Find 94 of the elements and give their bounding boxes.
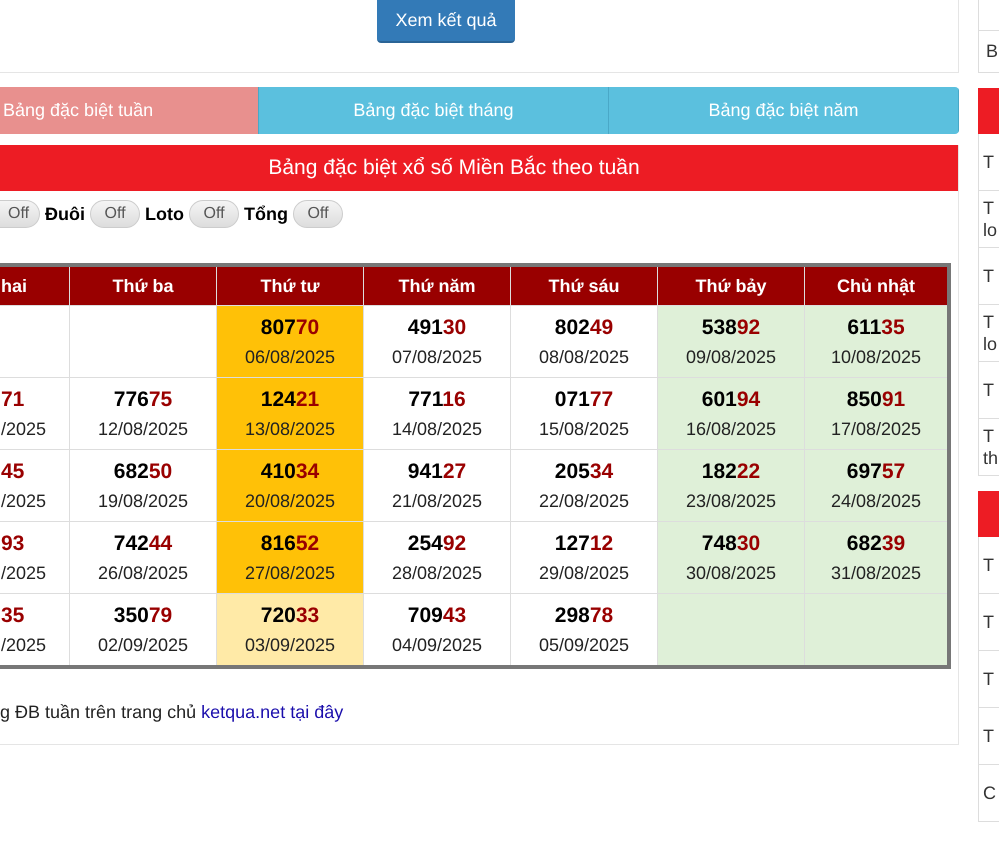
result-date: 24/08/2025 [830, 490, 922, 512]
result-date: 31/08/2025 [830, 562, 922, 584]
result-date: /2025 [1, 418, 46, 440]
result-number: 70943 [408, 602, 466, 628]
sidebar-item[interactable]: T [979, 708, 999, 765]
result-number: 71 [1, 386, 24, 412]
result-number: 29878 [554, 602, 614, 628]
result-date: 04/09/2025 [392, 634, 482, 656]
sidebar-header [978, 491, 999, 537]
result-number: 74830 [702, 530, 760, 556]
result-number: 80249 [554, 314, 614, 340]
result-date: 03/09/2025 [244, 634, 336, 656]
result-number: 45 [1, 458, 24, 484]
result-date: 09/08/2025 [686, 346, 776, 368]
column-header: Thứ bảy [658, 267, 804, 305]
result-date: 23/08/2025 [686, 490, 776, 512]
result-date: 14/08/2025 [392, 418, 482, 440]
sidebar-item[interactable]: T th [979, 419, 999, 476]
result-number: 93 [1, 530, 24, 556]
result-date: 07/08/2025 [392, 346, 482, 368]
footer-text: g ĐB tuần trên trang chủ [0, 701, 196, 724]
result-number: 81652 [260, 530, 320, 556]
result-number: 77116 [408, 386, 466, 412]
result-date: 22/08/2025 [538, 490, 630, 512]
sidebar-item[interactable]: T lo [979, 305, 999, 362]
result-number: 61135 [847, 314, 905, 340]
toggle-switch[interactable]: Off [189, 200, 240, 228]
sidebar-item[interactable]: T [979, 362, 999, 419]
result-date: 06/08/2025 [244, 346, 336, 368]
toggle-switch[interactable]: Off [90, 200, 140, 228]
result-number: 18222 [702, 458, 760, 484]
sidebar-item[interactable]: C [979, 765, 999, 822]
result-number: 53892 [702, 314, 760, 340]
result-date: 26/08/2025 [98, 562, 188, 584]
toggle-label: Loto [145, 202, 184, 226]
result-number: 25492 [408, 530, 466, 556]
result-number: 80770 [260, 314, 320, 340]
toggle-label: Đuôi [45, 202, 86, 226]
result-date: 17/08/2025 [830, 418, 922, 440]
toggle-label: Tổng [244, 202, 288, 226]
result-number: 77675 [114, 386, 172, 412]
result-number: 41034 [260, 458, 320, 484]
sidebar-item[interactable]: B [979, 30, 999, 72]
result-number: 74244 [114, 530, 172, 556]
column-header: Thứ ba [70, 267, 216, 305]
result-date: /2025 [1, 634, 46, 656]
result-number: 68250 [114, 458, 172, 484]
result-date: 12/08/2025 [98, 418, 188, 440]
sidebar-item[interactable]: T [979, 594, 999, 651]
result-date: 02/09/2025 [98, 634, 188, 656]
result-number: 49130 [408, 314, 466, 340]
column-header: Thứ sáu [511, 267, 657, 305]
result-date: 21/08/2025 [392, 490, 482, 512]
result-date: /2025 [1, 562, 46, 584]
search-button[interactable]: Xem kết quả [377, 0, 515, 43]
result-number: 85091 [846, 386, 906, 412]
result-number: 69757 [846, 458, 906, 484]
section-heading: Bảng đặc biệt xổ số Miền Bắc theo tuần [0, 145, 958, 191]
result-date: 16/08/2025 [686, 418, 776, 440]
sidebar-item[interactable]: T lo [979, 191, 999, 248]
result-date: 20/08/2025 [244, 490, 336, 512]
sidebar-item[interactable]: T [979, 248, 999, 305]
result-date: 30/08/2025 [686, 562, 776, 584]
sidebar-item[interactable]: T [979, 537, 999, 594]
sidebar-header [978, 88, 999, 134]
result-date: 13/08/2025 [244, 418, 336, 440]
result-date: 10/08/2025 [830, 346, 922, 368]
result-date: 15/08/2025 [538, 418, 630, 440]
column-header: Thứ năm [364, 267, 510, 305]
result-date: 08/08/2025 [538, 346, 630, 368]
result-date: /2025 [1, 490, 46, 512]
sidebar-item[interactable]: T [979, 651, 999, 708]
result-date: 05/09/2025 [538, 634, 630, 656]
toggle-switch[interactable]: Off [0, 200, 40, 228]
result-number: 72033 [260, 602, 320, 628]
result-number: 07177 [554, 386, 614, 412]
result-number: 20534 [554, 458, 614, 484]
column-header: hai [0, 267, 69, 305]
column-header: Thứ tư [217, 267, 363, 305]
homepage-link[interactable]: ketqua.net tại đây [201, 699, 344, 726]
result-date: 28/08/2025 [392, 562, 482, 584]
result-number: 12421 [260, 386, 320, 412]
toggle-switch[interactable]: Off [293, 200, 344, 228]
result-date: 19/08/2025 [98, 490, 188, 512]
result-number: 12712 [554, 530, 614, 556]
result-date: 27/08/2025 [244, 562, 336, 584]
result-number: 35 [1, 602, 24, 628]
column-header: Chủ nhật [805, 267, 947, 305]
result-number: 60194 [702, 386, 760, 412]
result-date: 29/08/2025 [538, 562, 630, 584]
result-number: 35079 [114, 602, 172, 628]
result-number: 68239 [846, 530, 906, 556]
sidebar-item[interactable]: T [979, 134, 999, 191]
result-number: 94127 [408, 458, 466, 484]
